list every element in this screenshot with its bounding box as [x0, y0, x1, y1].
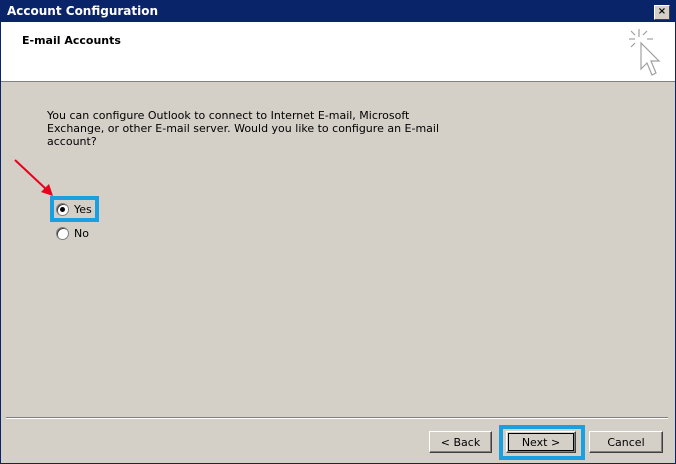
option-yes[interactable]: Yes: [56, 203, 92, 216]
account-configuration-dialog: Account Configuration × E-mail Accounts …: [0, 0, 676, 464]
no-radio[interactable]: [56, 227, 69, 240]
title-bar: Account Configuration ×: [1, 1, 675, 22]
footer-separator: [6, 417, 668, 419]
option-no[interactable]: No: [56, 227, 89, 240]
no-label: No: [74, 227, 89, 240]
cancel-button[interactable]: Cancel: [589, 431, 663, 453]
yes-label: Yes: [74, 203, 92, 216]
cursor-sparkle-icon: [629, 29, 661, 76]
configure-question: You can configure Outlook to connect to …: [47, 109, 440, 148]
yes-radio[interactable]: [56, 203, 69, 216]
close-button[interactable]: ×: [654, 5, 670, 20]
page-title: E-mail Accounts: [22, 34, 121, 47]
header-panel: E-mail Accounts: [1, 22, 675, 82]
next-button[interactable]: Next >: [506, 431, 576, 453]
back-button[interactable]: < Back: [429, 431, 492, 453]
window-title: Account Configuration: [7, 4, 159, 18]
